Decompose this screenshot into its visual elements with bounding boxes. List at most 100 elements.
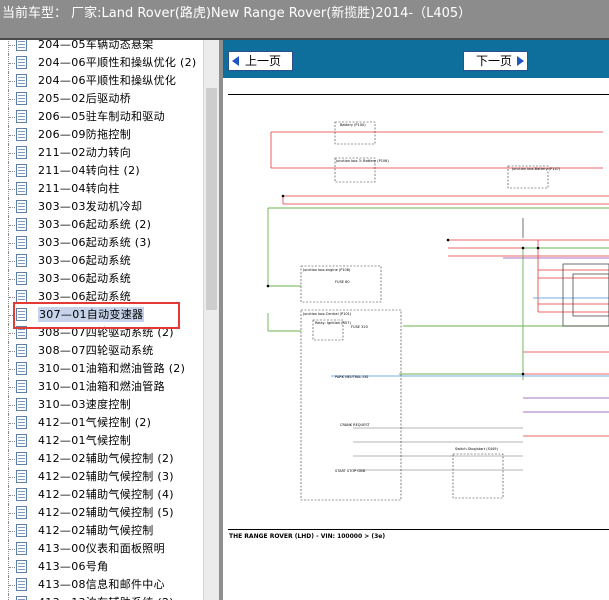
tree-connector <box>8 198 17 216</box>
tree-item[interactable]: 412—02辅助气候控制 (2) <box>0 450 203 468</box>
tree-item[interactable]: 412—02辅助气候控制 (4) <box>0 486 203 504</box>
tree-item-label: 211—02动力转向 <box>38 146 131 159</box>
tree-item-label: 413—08信息和邮件中心 <box>38 578 165 591</box>
tree-item-label: 204—06平顺性和操纵优化 <box>38 74 177 87</box>
tree-item[interactable]: 303—06起动系统 (2) <box>0 216 203 234</box>
tree-connector <box>8 486 17 504</box>
tree-connector <box>8 540 17 558</box>
tree-item-label: 204—06平顺性和操纵优化 (2) <box>38 56 197 69</box>
tree-item[interactable]: 303—06起动系统 <box>0 270 203 288</box>
fuse-320-label: FUSE 320 <box>351 325 368 329</box>
power-wires <box>270 131 609 437</box>
tree-item[interactable]: 413—06号角 <box>0 558 203 576</box>
wiring-diagram-page: Battery (P100) Junction box 3: Battery (… <box>223 78 609 600</box>
tree-scrollbar[interactable] <box>203 40 219 600</box>
tree-item[interactable]: 413—08信息和邮件中心 <box>0 576 203 594</box>
tree-item-label: 310—01油箱和燃油管路 (2) <box>38 362 186 375</box>
document-icon <box>16 164 27 177</box>
document-icon <box>16 380 27 393</box>
tree-item-label: 413—13泊车辅助系统 (2) <box>38 595 174 600</box>
previous-page-label: 上一页 <box>245 54 282 68</box>
document-icon <box>16 92 27 105</box>
tree-item[interactable]: 412—01气候控制 <box>0 432 203 450</box>
tree-item-label: 310—01油箱和燃油管路 <box>38 380 165 393</box>
tree-item[interactable]: 412—02辅助气候控制 (5) <box>0 504 203 522</box>
document-icon <box>16 200 27 213</box>
page-footer: THE RANGE ROVER (LHD) - VIN: 100000 > (3… <box>229 533 386 540</box>
tree-connector <box>8 342 17 360</box>
tree-item[interactable]: 310—01油箱和燃油管路 <box>0 378 203 396</box>
tree-item[interactable]: 204—06平顺性和操纵优化 (2) <box>0 54 203 72</box>
page-bottom-rule <box>228 529 609 530</box>
tree-item[interactable]: 308—07四轮驱动系统 <box>0 342 203 360</box>
tree-item[interactable]: 303—06起动系统 (3) <box>0 234 203 252</box>
document-icon <box>16 182 27 195</box>
module-outline <box>522 218 609 327</box>
next-page-button[interactable]: 下一页 <box>463 51 528 71</box>
tree-item[interactable]: 211—02动力转向 <box>0 144 203 162</box>
tree-connector <box>8 504 17 522</box>
ignition-wires <box>267 207 609 380</box>
document-icon <box>16 542 27 555</box>
document-icon <box>16 560 27 573</box>
tree-scrollbar-thumb[interactable] <box>206 88 217 310</box>
junction-box-engine-label: Junction box-engine (P108) <box>302 268 351 272</box>
tree-item[interactable]: 204—05车辆动态悬架 <box>0 40 203 54</box>
document-icon <box>16 110 27 123</box>
tree-connector <box>8 252 17 270</box>
right-arrow-icon <box>517 56 524 66</box>
document-icon <box>16 362 27 375</box>
document-icon <box>16 56 27 69</box>
document-icon <box>16 128 27 141</box>
document-icon <box>16 416 27 429</box>
tree-item[interactable]: 412—01气候控制 (2) <box>0 414 203 432</box>
document-icon <box>16 272 27 285</box>
tree-connector <box>8 558 17 576</box>
junction-dots <box>266 194 540 376</box>
tree-item[interactable]: 310—03速度控制 <box>0 396 203 414</box>
tree-item-label: 413—00仪表和面板照明 <box>38 542 165 555</box>
tree-item[interactable]: 303—03发动机冷却 <box>0 198 203 216</box>
document-icon <box>16 398 27 411</box>
document-icon <box>16 146 27 159</box>
previous-page-button[interactable]: 上一页 <box>228 51 293 71</box>
tree-connector <box>8 108 17 126</box>
document-icon <box>16 218 27 231</box>
signal-wires <box>331 257 609 471</box>
crank-request-label: CRANK REQUEST <box>340 423 371 427</box>
document-icon <box>16 524 27 537</box>
tree-item[interactable]: 412—02辅助气候控制 (3) <box>0 468 203 486</box>
tree-item[interactable]: 204—06平顺性和操纵优化 <box>0 72 203 90</box>
tree-item[interactable]: 211—04转向柱 <box>0 180 203 198</box>
junction-box-battery-label: Junction box-Battery (P147) <box>511 167 561 171</box>
tree-connector <box>8 396 17 414</box>
tree-item-label: 211—04转向柱 (2) <box>38 164 140 177</box>
tree-item[interactable]: 310—01油箱和燃油管路 (2) <box>0 360 203 378</box>
tree-item[interactable]: 206—05驻车制动和驱动 <box>0 108 203 126</box>
tree-item[interactable]: 211—04转向柱 (2) <box>0 162 203 180</box>
tree-item[interactable]: 206—09防拖控制 <box>0 126 203 144</box>
tree-connector <box>8 162 17 180</box>
tree-item-label: 206—09防拖控制 <box>38 128 131 141</box>
document-icon <box>16 434 27 447</box>
tree-item[interactable]: 413—00仪表和面板照明 <box>0 540 203 558</box>
tree-item[interactable]: 412—02辅助气候控制 <box>0 522 203 540</box>
tree-item-label: 412—02辅助气候控制 (4) <box>38 488 174 501</box>
tree-item[interactable]: 303—06起动系统 <box>0 252 203 270</box>
fuse-80-label: FUSE 80 <box>335 280 350 284</box>
tree-connector <box>8 468 17 486</box>
tree-connector <box>8 144 17 162</box>
tree-connector <box>8 54 17 72</box>
tree-connector <box>8 522 17 540</box>
tree-item-label: 206—05驻车制动和驱动 <box>38 110 165 123</box>
document-icon <box>16 254 27 267</box>
document-icon <box>16 470 27 483</box>
document-nav-bar: 上一页 下一页 <box>223 40 609 78</box>
tree-item-label: 412—02辅助气候控制 (3) <box>38 470 174 483</box>
document-icon <box>16 236 27 249</box>
tree-connector <box>8 360 17 378</box>
tree-item[interactable]: 413—13泊车辅助系统 (2) <box>0 594 203 600</box>
tree-item-label: 303—06起动系统 <box>38 272 131 285</box>
document-icon <box>16 488 27 501</box>
tree-item[interactable]: 205—02后驱动桥 <box>0 90 203 108</box>
